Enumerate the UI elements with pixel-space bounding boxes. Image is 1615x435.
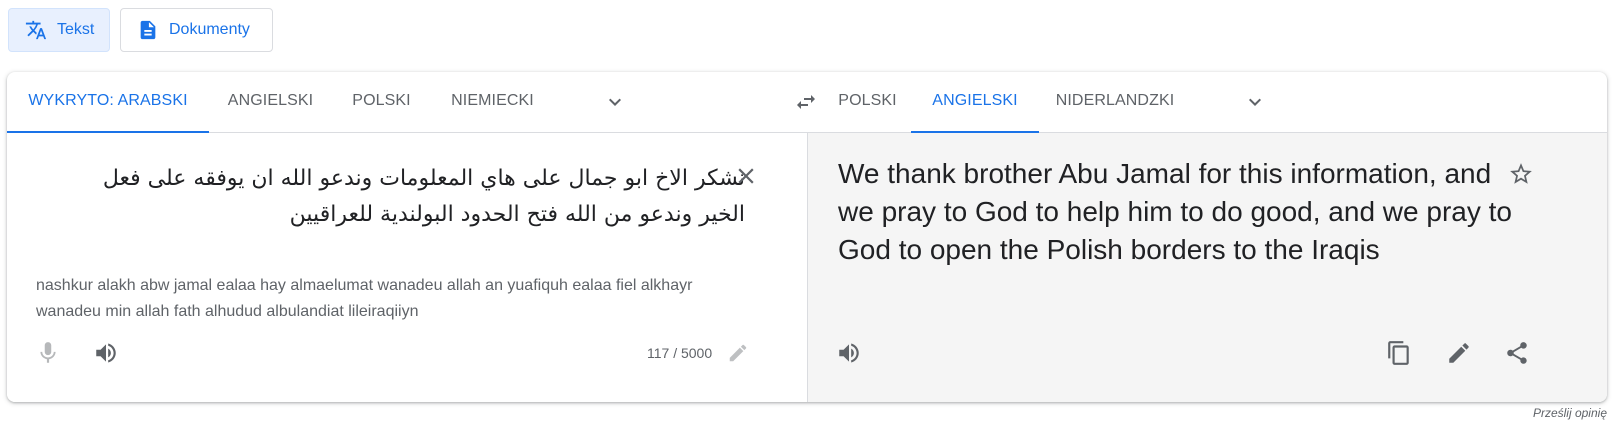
save-translation-star-icon[interactable] (1508, 161, 1534, 187)
send-feedback-link[interactable]: Prześlij opinię (1533, 406, 1607, 420)
document-icon (137, 19, 159, 41)
character-counter: 117 / 5000 (647, 345, 713, 361)
source-lang-polish-tab[interactable]: POLSKI (332, 72, 431, 133)
source-lang-german-tab[interactable]: NIEMIECKI (431, 72, 554, 133)
microphone-icon[interactable] (35, 340, 61, 366)
clear-source-close-icon[interactable] (733, 163, 759, 189)
share-icon[interactable] (1504, 340, 1530, 366)
source-speaker-icon[interactable] (93, 340, 119, 366)
copy-translation-icon[interactable] (1386, 340, 1412, 366)
documents-mode-label: Dokumenty (169, 21, 250, 38)
translation-output: We thank brother Abu Jamal for this info… (838, 158, 1512, 265)
text-mode-label: Tekst (57, 21, 95, 38)
target-lang-english-tab[interactable]: ANGIELSKI (911, 72, 1039, 133)
target-lang-dutch-tab[interactable]: NIDERLANDZKI (1039, 72, 1191, 133)
source-pane: نشكر الاخ ابو جمال على هاي المعلومات وند… (7, 133, 807, 402)
source-transliteration: nashkur alakh abw jamal ealaa hay almael… (36, 277, 693, 320)
target-speaker-icon[interactable] (836, 340, 862, 366)
suggest-edit-pencil-icon[interactable] (1446, 340, 1472, 366)
documents-mode-button[interactable]: Dokumenty (120, 8, 273, 52)
target-lang-polish-tab[interactable]: POLSKI (818, 72, 917, 133)
translate-icon (25, 19, 47, 41)
translation-card: WYKRYTO: ARABSKI ANGIELSKI POLSKI NIEMIE… (7, 72, 1607, 402)
source-lang-english-tab[interactable]: ANGIELSKI (209, 72, 332, 133)
language-bar: WYKRYTO: ARABSKI ANGIELSKI POLSKI NIEMIE… (7, 72, 1607, 133)
target-pane: We thank brother Abu Jamal for this info… (807, 133, 1607, 402)
target-lang-more-chevron-icon[interactable] (1243, 90, 1267, 114)
source-text-input[interactable]: نشكر الاخ ابو جمال على هاي المعلومات وند… (65, 161, 745, 233)
source-lang-more-chevron-icon[interactable] (603, 90, 627, 114)
source-lang-detected-tab[interactable]: WYKRYTO: ARABSKI (7, 72, 209, 133)
text-mode-button[interactable]: Tekst (8, 8, 110, 52)
edit-pencil-icon[interactable] (727, 342, 749, 364)
swap-languages-icon[interactable] (793, 90, 819, 114)
